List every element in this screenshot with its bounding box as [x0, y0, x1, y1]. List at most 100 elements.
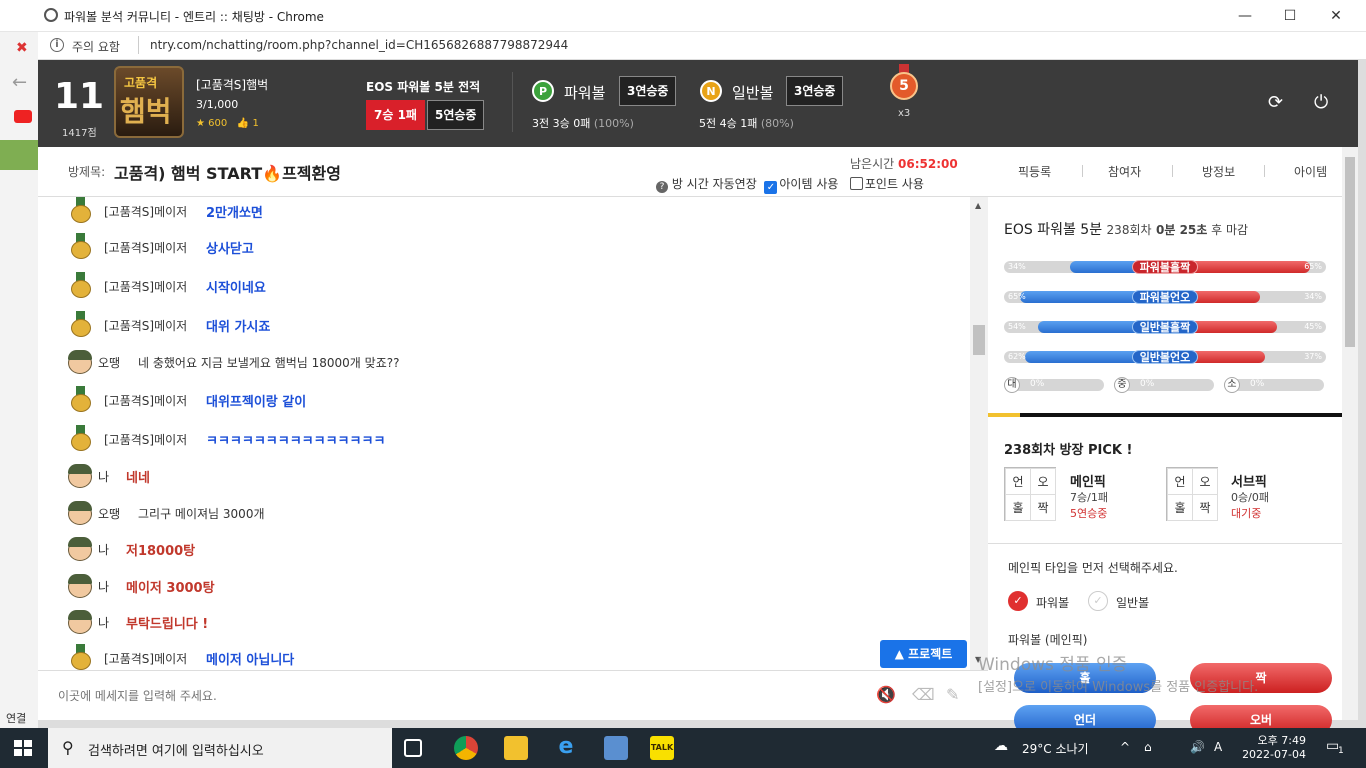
- chat-nickname[interactable]: 나: [98, 468, 109, 485]
- auto-extend-label[interactable]: 방 시간 자동연장: [672, 177, 757, 191]
- gold-medal-avatar-icon[interactable]: [68, 386, 92, 414]
- profile-bar: 11 1417점 고품격 햄벅 [고품격S]햄벅 3/1,000 ★ 600 👍…: [38, 60, 1358, 147]
- vote-right-pct: 37%: [1304, 352, 1322, 361]
- network-icon[interactable]: ⌂: [1144, 740, 1152, 754]
- size-label: 소: [1224, 377, 1240, 393]
- tab-room-info[interactable]: 방정보: [1202, 163, 1235, 180]
- soldier-avatar-icon[interactable]: [68, 572, 92, 600]
- countdown: 0분 25초: [1156, 223, 1208, 237]
- gold-medal-avatar-icon[interactable]: [68, 272, 92, 300]
- chat-nickname[interactable]: [고품격S]메이저: [104, 431, 187, 448]
- powerball-label: 파워볼: [564, 84, 606, 102]
- soldier-avatar-icon[interactable]: [68, 348, 92, 376]
- gold-medal-avatar-icon[interactable]: [68, 233, 92, 261]
- maximize-button[interactable]: ☐: [1280, 6, 1300, 26]
- task-view-icon[interactable]: [404, 739, 422, 757]
- chat-nickname[interactable]: 나: [98, 578, 109, 595]
- room-options: ? 방 시간 자동연장 ✓ 아이템 사용 포인트 사용: [656, 175, 924, 194]
- refresh-icon[interactable]: ⟳: [1268, 92, 1283, 113]
- chat-nickname[interactable]: [고품격S]메이저: [104, 650, 187, 667]
- panel-scroll-thumb[interactable]: [1345, 157, 1355, 347]
- point-use-checkbox[interactable]: [849, 177, 863, 190]
- power-icon[interactable]: ⏻: [1314, 92, 1328, 113]
- chat-log[interactable]: [고품격S]메이저 2만개쏘면 [고품격S]메이저 상사닫고 [고품격S]메이저 시작이네…: [38, 197, 970, 670]
- soldier-avatar-icon[interactable]: [68, 535, 92, 563]
- gold-medal-avatar-icon[interactable]: [68, 425, 92, 453]
- star-icon: ★: [196, 118, 205, 129]
- chat-nickname[interactable]: [고품격S]메이저: [104, 317, 187, 334]
- chat-text: ㅋㅋㅋㅋㅋㅋㅋㅋㅋㅋㅋㅋㅋㅋㅋ: [206, 434, 386, 449]
- side-tabs: 픽등록 참여자 방정보 아이템: [988, 147, 1358, 197]
- close-button[interactable]: ✕: [1326, 6, 1346, 26]
- tray-chevron-icon[interactable]: ^: [1120, 740, 1130, 754]
- chat-input[interactable]: [58, 683, 878, 709]
- tab-participants[interactable]: 참여자: [1108, 163, 1141, 180]
- minimize-button[interactable]: —: [1235, 6, 1255, 26]
- sub-pick-odd: 홀: [1167, 494, 1193, 521]
- address-bar[interactable]: i 주의 요함 ntry.com/nchatting/room.php?chan…: [38, 32, 1366, 60]
- eraser-icon[interactable]: ⌫: [912, 685, 935, 704]
- normalball-radio-label[interactable]: 일반볼: [1116, 594, 1149, 611]
- avatar-title: 햄벅: [120, 95, 172, 128]
- sub-pick-under: 언: [1167, 468, 1193, 495]
- project-button[interactable]: ▲ 프로젝트: [880, 640, 967, 668]
- item-use-checkbox[interactable]: ✓: [764, 181, 778, 194]
- url-text[interactable]: ntry.com/nchatting/room.php?channel_id=C…: [150, 38, 568, 52]
- activation-watermark-title: Windows 정품 인증: [978, 655, 1128, 675]
- soldier-avatar-icon[interactable]: [68, 499, 92, 527]
- normalball-radio[interactable]: ✓: [1088, 591, 1108, 611]
- chat-nickname[interactable]: [고품격S]메이저: [104, 203, 187, 220]
- mute-icon[interactable]: 🔇: [876, 685, 896, 704]
- gold-medal-avatar-icon[interactable]: [68, 311, 92, 339]
- vote-bar: 34% 65% 파워볼홀짝: [1004, 259, 1326, 275]
- help-icon[interactable]: ?: [656, 181, 668, 193]
- info-icon[interactable]: i: [50, 38, 64, 52]
- weather-icon[interactable]: ☁: [994, 738, 1008, 754]
- chat-scrollbar[interactable]: ▲ ▼: [970, 197, 988, 670]
- taskbar-search[interactable]: ⚲ 검색하려면 여기에 입력하십시오: [48, 728, 392, 768]
- internet-explorer-icon[interactable]: e: [554, 736, 578, 760]
- ime-icon[interactable]: A: [1214, 740, 1222, 754]
- item-use-label[interactable]: 아이템 사용: [779, 177, 838, 191]
- tab-items[interactable]: 아이템: [1294, 163, 1327, 180]
- point-use-label[interactable]: 포인트 사용: [865, 177, 924, 191]
- chrome-taskbar-icon[interactable]: [454, 736, 478, 760]
- soldier-avatar-icon[interactable]: [68, 462, 92, 490]
- file-explorer-icon[interactable]: [504, 736, 528, 760]
- weather-text[interactable]: 29°C 소나기: [1022, 740, 1089, 757]
- search-placeholder[interactable]: 검색하려면 여기에 입력하십시오: [88, 740, 264, 759]
- green-banner: [0, 140, 38, 170]
- chat-nickname[interactable]: 오땡: [98, 505, 120, 522]
- chat-nickname[interactable]: [고품격S]메이저: [104, 392, 187, 409]
- powerball-radio[interactable]: ✓: [1008, 591, 1028, 611]
- kakaotalk-icon[interactable]: TALK: [650, 736, 674, 760]
- chat-nickname[interactable]: [고품격S]메이저: [104, 278, 187, 295]
- gold-medal-avatar-icon[interactable]: [68, 197, 92, 225]
- soldier-avatar-icon[interactable]: [68, 608, 92, 636]
- windows-start-icon[interactable]: [14, 740, 32, 756]
- room-avatar: 고품격 햄벅: [114, 66, 184, 138]
- size-label: 중: [1114, 377, 1130, 393]
- chat-nickname[interactable]: 오땡: [98, 354, 120, 371]
- chat-scroll-thumb[interactable]: [973, 325, 985, 355]
- security-warning[interactable]: 주의 요함: [72, 38, 120, 55]
- volume-icon[interactable]: 🔊: [1190, 740, 1205, 754]
- chat-nickname[interactable]: 나: [98, 541, 109, 558]
- normalball-stat-pct: (80%): [760, 117, 794, 130]
- host-rank: 3/1,000: [196, 98, 239, 111]
- gold-medal-avatar-icon[interactable]: [68, 644, 92, 670]
- powerball-stat-main: 3전 3승 0패: [532, 117, 591, 130]
- tab-pick-register[interactable]: 픽등록: [1018, 163, 1051, 180]
- youtube-icon[interactable]: [14, 110, 32, 123]
- scroll-up-icon[interactable]: ▲: [975, 201, 981, 210]
- system-clock[interactable]: 오후 7:49 2022-07-04: [1232, 732, 1306, 761]
- back-arrow-icon[interactable]: ←: [12, 72, 27, 93]
- magic-wand-icon[interactable]: ✎: [946, 685, 959, 704]
- calculator-icon[interactable]: [604, 736, 628, 760]
- powerball-radio-label[interactable]: 파워볼: [1036, 594, 1069, 611]
- panel-scrollbar[interactable]: [1342, 147, 1358, 720]
- chat-nickname[interactable]: [고품격S]메이저: [104, 239, 187, 256]
- main-pick-even: 짝: [1030, 494, 1056, 521]
- star-count: 600: [208, 118, 228, 129]
- chat-nickname[interactable]: 나: [98, 614, 109, 631]
